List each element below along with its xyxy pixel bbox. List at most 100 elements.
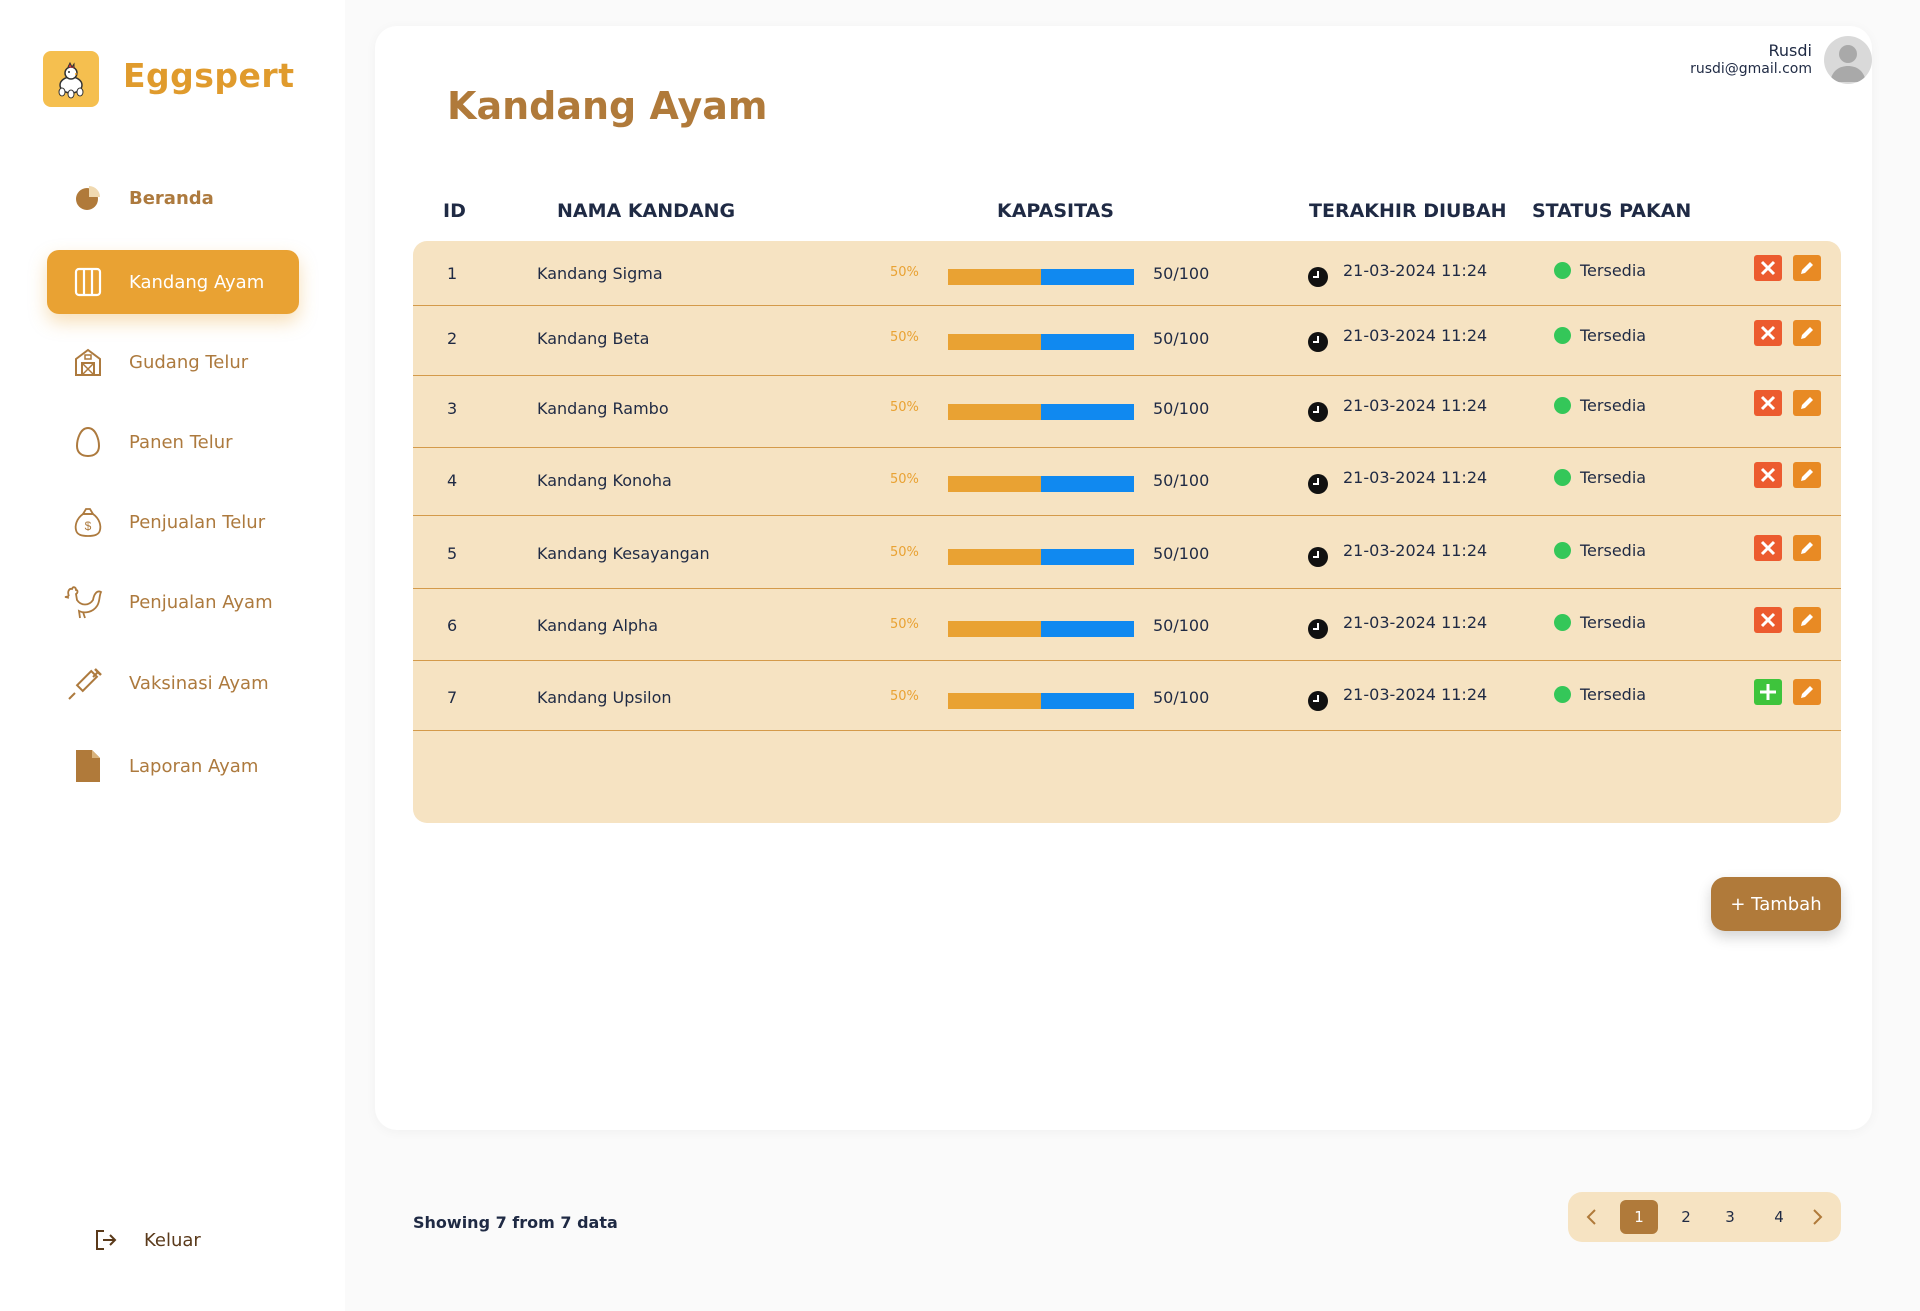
- column-header-status-pakan: STATUS PAKAN: [1532, 200, 1692, 222]
- add-row-button[interactable]: [1754, 679, 1782, 705]
- delete-row-button[interactable]: [1754, 607, 1782, 633]
- syringe-icon: [68, 666, 105, 700]
- clock-icon: [1308, 547, 1328, 567]
- capacity-bar: [948, 476, 1134, 492]
- sidebar-item-panen-telur[interactable]: Panen Telur: [47, 410, 299, 474]
- barn-icon: [71, 345, 105, 379]
- row-updated: 21-03-2024 11:24: [1343, 541, 1488, 560]
- clock-icon: [1308, 267, 1328, 287]
- row-name: Kandang Beta: [537, 329, 650, 348]
- logout-button[interactable]: Keluar: [92, 1226, 201, 1254]
- page-3-button[interactable]: 3: [1711, 1200, 1749, 1234]
- capacity-bar-fill: [948, 269, 1041, 285]
- status-dot-icon: [1554, 469, 1571, 486]
- close-icon: [1760, 395, 1776, 411]
- sidebar-item-label: Penjualan Ayam: [129, 591, 273, 613]
- edit-row-button[interactable]: [1793, 607, 1821, 633]
- row-divider: [413, 730, 1841, 731]
- row-capacity-percent: 50%: [890, 400, 919, 415]
- status-dot-icon: [1554, 542, 1571, 559]
- edit-row-button[interactable]: [1793, 320, 1821, 346]
- avatar[interactable]: [1824, 36, 1872, 84]
- capacity-bar: [948, 621, 1134, 637]
- status-dot-icon: [1554, 262, 1571, 279]
- sidebar-item-label: Gudang Telur: [129, 351, 249, 373]
- next-page-button[interactable]: [1805, 1205, 1829, 1229]
- row-name: Kandang Alpha: [537, 616, 658, 635]
- user-icon: [1830, 45, 1866, 82]
- edit-row-button[interactable]: [1793, 462, 1821, 488]
- row-divider: [413, 515, 1841, 516]
- delete-row-button[interactable]: [1754, 390, 1782, 416]
- document-icon: [71, 749, 105, 783]
- pencil-icon: [1801, 614, 1813, 626]
- user-name: Rusdi: [1768, 41, 1812, 60]
- row-updated: 21-03-2024 11:24: [1343, 468, 1488, 487]
- row-divider: [413, 375, 1841, 376]
- row-capacity: 50/100: [1153, 544, 1210, 563]
- row-status: Tersedia: [1580, 685, 1647, 704]
- close-icon: [1760, 540, 1776, 556]
- page-2-button[interactable]: 2: [1667, 1200, 1705, 1234]
- logo-icon: [43, 51, 99, 107]
- capacity-bar: [948, 334, 1134, 350]
- prev-page-button[interactable]: [1580, 1205, 1604, 1229]
- row-id: 3: [447, 399, 458, 418]
- row-capacity: 50/100: [1153, 616, 1210, 635]
- sidebar-item-penjualan-ayam[interactable]: Penjualan Ayam: [47, 570, 299, 634]
- add-kandang-button[interactable]: + Tambah: [1711, 877, 1841, 931]
- sidebar-item-label: Kandang Ayam: [129, 271, 265, 293]
- row-capacity: 50/100: [1153, 329, 1210, 348]
- sidebar-item-kandang-ayam[interactable]: Kandang Ayam: [47, 250, 299, 314]
- edit-row-button[interactable]: [1793, 535, 1821, 561]
- capacity-bar: [948, 693, 1134, 709]
- edit-row-button[interactable]: [1793, 679, 1821, 705]
- delete-row-button[interactable]: [1754, 462, 1782, 488]
- row-status: Tersedia: [1580, 326, 1647, 345]
- delete-row-button[interactable]: [1754, 255, 1782, 281]
- row-name: Kandang Upsilon: [537, 688, 672, 707]
- cage-icon: [71, 265, 105, 299]
- pencil-icon: [1801, 542, 1813, 554]
- page-title: Kandang Ayam: [447, 84, 768, 128]
- row-name: Kandang Konoha: [537, 471, 672, 490]
- sidebar-item-penjualan-telur[interactable]: $ Penjualan Telur: [47, 490, 299, 554]
- capacity-bar: [948, 549, 1134, 565]
- pencil-icon: [1801, 469, 1813, 481]
- clock-icon: [1308, 402, 1328, 422]
- column-header-terakhir-diubah: TERAKHIR DIUBAH: [1309, 200, 1507, 222]
- sidebar-item-label: Penjualan Telur: [129, 511, 266, 533]
- capacity-bar-fill: [948, 404, 1041, 420]
- status-dot-icon: [1554, 397, 1571, 414]
- row-capacity-percent: 50%: [890, 330, 919, 345]
- page-1-button[interactable]: 1: [1620, 1200, 1658, 1234]
- pencil-icon: [1801, 327, 1813, 339]
- clock-icon: [1308, 332, 1328, 352]
- row-divider: [413, 305, 1841, 306]
- egg-icon: [71, 425, 105, 459]
- sidebar-item-label: Panen Telur: [129, 431, 233, 453]
- row-capacity-percent: 50%: [890, 472, 919, 487]
- edit-row-button[interactable]: [1793, 390, 1821, 416]
- sidebar-item-beranda[interactable]: Beranda: [47, 166, 299, 230]
- row-capacity: 50/100: [1153, 264, 1210, 283]
- clock-icon: [1308, 474, 1328, 494]
- row-id: 6: [447, 616, 458, 635]
- delete-row-button[interactable]: [1754, 320, 1782, 346]
- page-4-button[interactable]: 4: [1760, 1200, 1798, 1234]
- row-updated: 21-03-2024 11:24: [1343, 396, 1488, 415]
- column-header-kapasitas: KAPASITAS: [997, 200, 1114, 222]
- logout-icon: [92, 1226, 120, 1254]
- delete-row-button[interactable]: [1754, 535, 1782, 561]
- capacity-bar-fill: [948, 476, 1041, 492]
- sidebar-item-vaksinasi-ayam[interactable]: Vaksinasi Ayam: [47, 651, 299, 715]
- capacity-bar-fill: [948, 549, 1041, 565]
- plus-icon: [1760, 684, 1776, 700]
- logout-label: Keluar: [144, 1229, 201, 1251]
- edit-row-button[interactable]: [1793, 255, 1821, 281]
- sidebar-item-gudang-telur[interactable]: Gudang Telur: [47, 330, 299, 394]
- sidebar-item-laporan-ayam[interactable]: Laporan Ayam: [47, 734, 299, 798]
- clock-icon: [1308, 691, 1328, 711]
- row-capacity: 50/100: [1153, 471, 1210, 490]
- showing-count: Showing 7 from 7 data: [413, 1213, 618, 1232]
